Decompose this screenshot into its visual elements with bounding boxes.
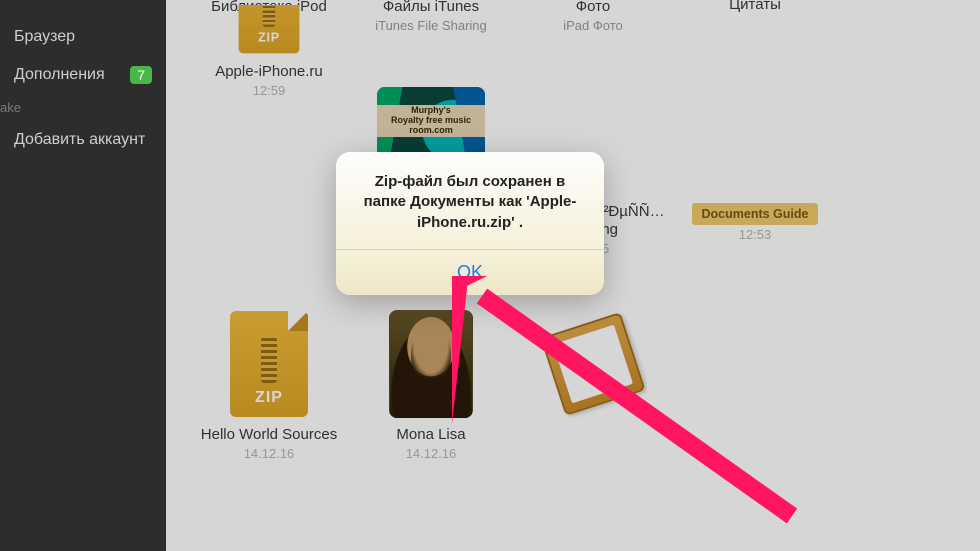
guide-label: Documents Guide	[692, 203, 819, 225]
sidebar-item-add-account[interactable]: Добавить аккаунт	[0, 121, 166, 159]
file-name: Mona Lisa	[350, 426, 512, 444]
folder-thumb	[539, 310, 647, 418]
sidebar-truncated-text: ake	[0, 94, 166, 121]
file-name: Файлы iTunes	[350, 0, 512, 16]
file-subtitle: iPad Фото	[512, 18, 674, 33]
alert-dialog: Zip-файл был сохранен в папке Документы …	[336, 152, 604, 295]
file-tile[interactable]: Documents Guide 12:53	[674, 87, 836, 256]
file-tile[interactable]: Москва — 29 января [10 февраля] 1837, Ци…	[674, 0, 836, 33]
file-subtitle: iTunes File Sharing	[350, 18, 512, 33]
app-root: Браузер Дополнения 7 ake Добавить аккаун…	[0, 0, 980, 551]
zip-icon: ZIP	[230, 311, 308, 417]
dialog-message: Zip-файл был сохранен в папке Документы …	[336, 152, 604, 249]
file-name: Цитаты	[674, 0, 836, 14]
file-name: Hello World Sources	[188, 426, 350, 444]
file-date: 14.12.16	[350, 446, 512, 461]
banner-line: Royalty free music room.com	[377, 116, 485, 136]
file-tile[interactable]: ZIP Apple-iPhone.ru 12:59	[188, 67, 350, 256]
zip-thumb: ZIP	[215, 310, 323, 418]
sidebar-item-label: Браузер	[14, 28, 75, 46]
file-tile[interactable]: Фото iPad Фото	[512, 0, 674, 33]
file-date: 12:59	[188, 83, 350, 98]
addons-badge: 7	[130, 66, 152, 84]
file-tile[interactable]: Mona Lisa 14.12.16	[350, 310, 512, 461]
sidebar-item-addons[interactable]: Дополнения 7	[0, 56, 166, 94]
file-name: Фото	[512, 0, 674, 16]
video-banner: Murphy's Royalty free music room.com	[377, 105, 485, 137]
zipper-icon	[263, 5, 275, 27]
sidebar-item-browser[interactable]: Браузер	[0, 18, 166, 56]
zip-label: ZIP	[255, 389, 283, 407]
zip-thumb: ZIP	[215, 5, 323, 55]
mona-lisa-image	[389, 310, 473, 418]
sidebar: Браузер Дополнения 7 ake Добавить аккаун…	[0, 0, 166, 551]
zip-icon: ZIP	[239, 5, 300, 53]
file-date: 14.12.16	[188, 446, 350, 461]
file-name: Apple-iPhone.ru	[188, 63, 350, 81]
file-date: 12:53	[674, 227, 836, 242]
sidebar-item-label: Дополнения	[14, 66, 105, 84]
ok-button[interactable]: OK	[336, 250, 604, 295]
file-tile[interactable]: Файлы iTunes iTunes File Sharing	[350, 0, 512, 33]
image-thumb	[389, 310, 473, 418]
file-tile[interactable]: ZIP Hello World Sources 14.12.16	[188, 310, 350, 461]
zip-label: ZIP	[258, 32, 280, 46]
zipper-icon	[261, 337, 277, 383]
folder-icon	[540, 312, 645, 416]
sidebar-item-label: Добавить аккаунт	[14, 131, 145, 149]
file-tile[interactable]	[512, 310, 674, 461]
